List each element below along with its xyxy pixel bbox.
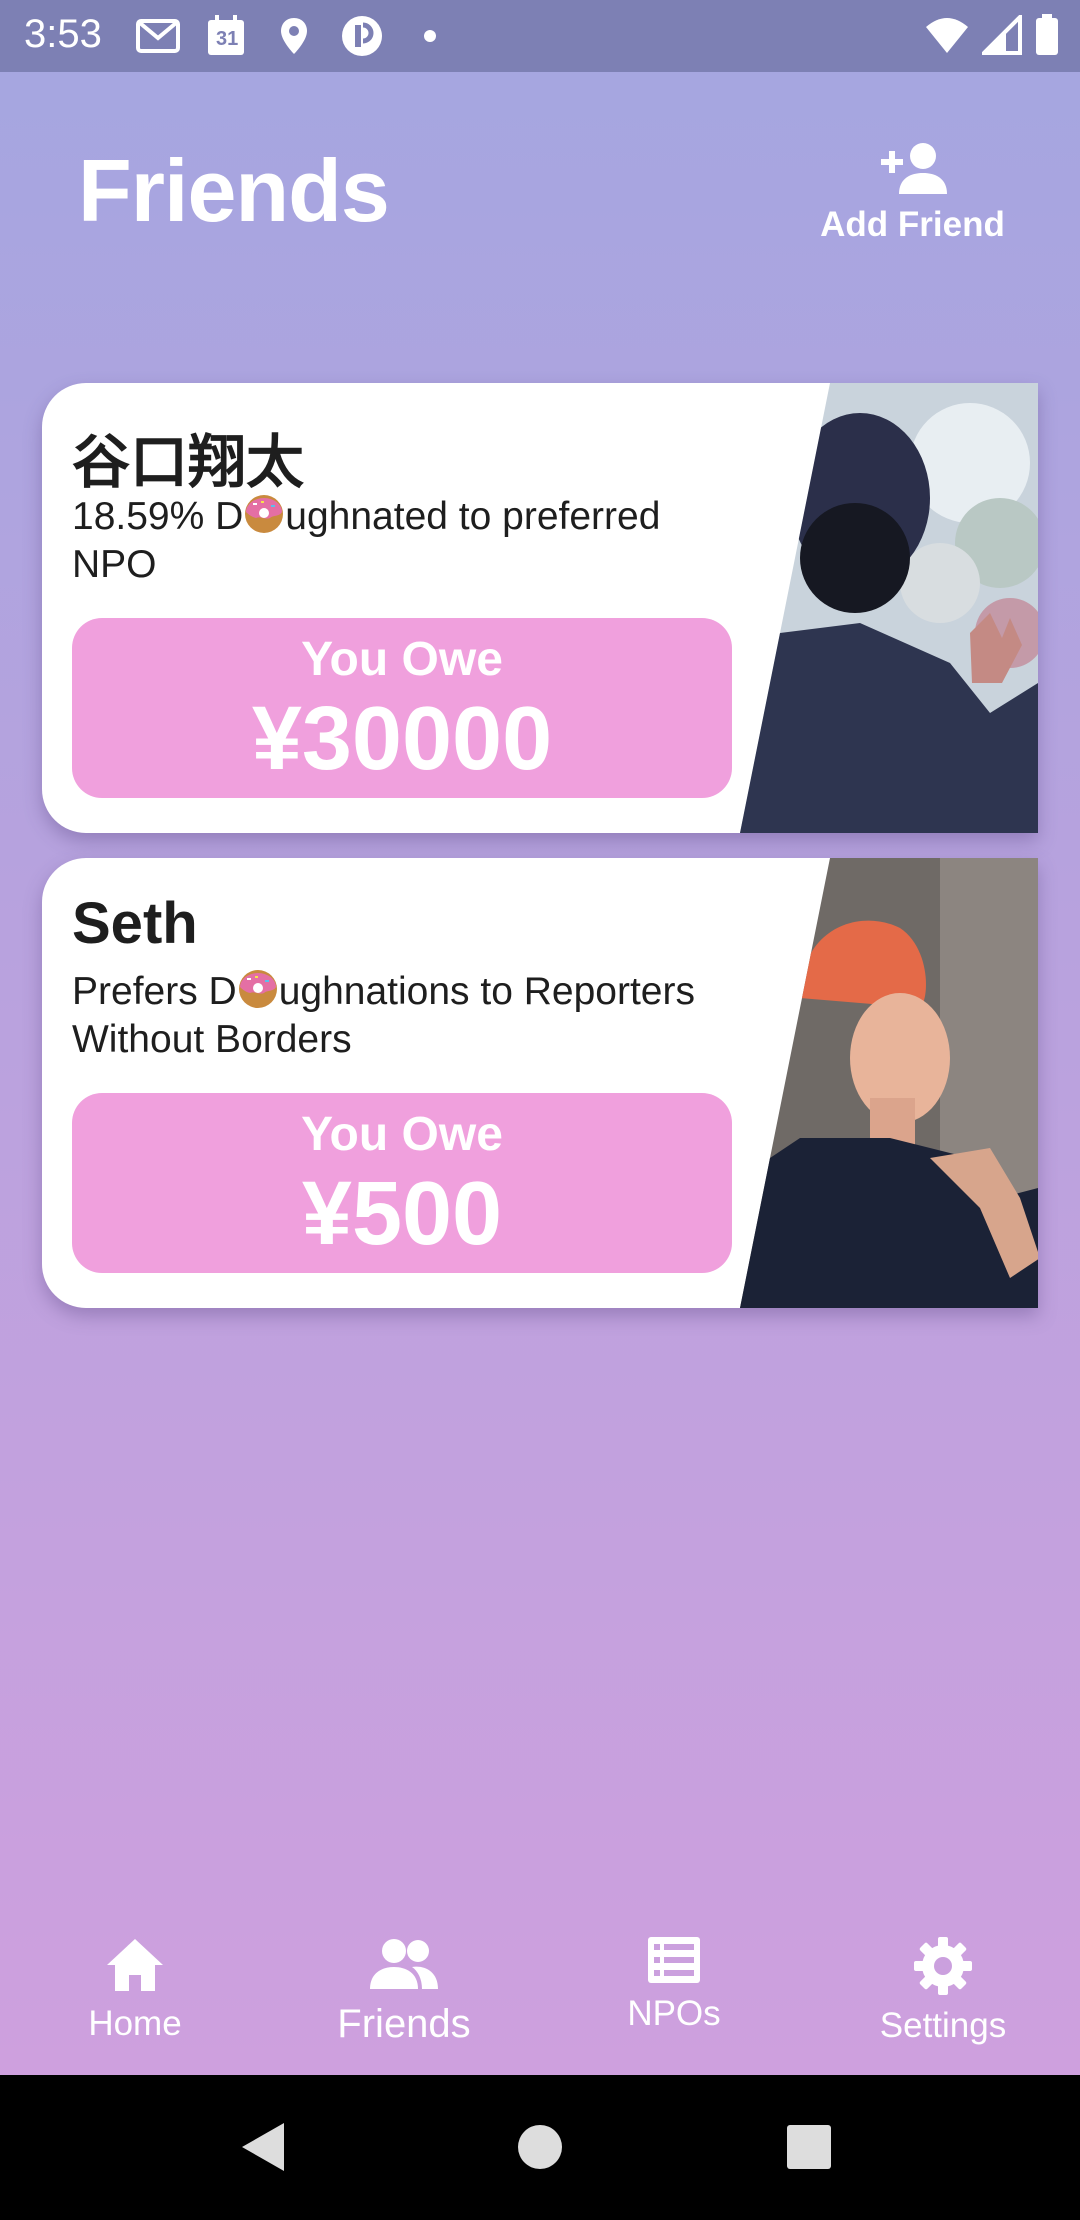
gear-icon: [912, 1937, 974, 2001]
friend-photo: [740, 383, 1038, 833]
owe-amount: ¥30000: [251, 689, 553, 789]
add-friend-button[interactable]: Add Friend: [820, 140, 1005, 260]
donut-icon: [237, 968, 279, 1010]
status-time: 3:53: [24, 12, 102, 56]
dot-icon: [407, 14, 453, 58]
back-button[interactable]: [240, 2121, 286, 2178]
friend-description: Prefers Dughnations to Reporters Without…: [72, 968, 695, 1061]
list-icon: [646, 1937, 702, 1989]
calendar-icon: 31: [203, 14, 249, 58]
friend-name: Seth: [72, 891, 198, 956]
owe-label: You Owe: [301, 633, 503, 686]
add-friend-label: Add Friend: [820, 205, 1005, 244]
home-button[interactable]: [517, 2124, 563, 2175]
bottom-navigation: Home Friends NPOs Settings: [0, 1920, 1080, 2075]
wifi-icon: [924, 15, 970, 60]
owe-label: You Owe: [301, 1108, 503, 1161]
location-icon: [271, 14, 317, 58]
nav-item-npos[interactable]: NPOs: [574, 1935, 774, 2034]
home-icon: [103, 1939, 167, 1999]
signal-icon: [979, 12, 1022, 60]
recents-button[interactable]: [786, 2124, 832, 2175]
nav-label-npos: NPOs: [627, 1994, 721, 2033]
owe-amount-box: You Owe ¥500: [72, 1093, 732, 1273]
donut-icon: [243, 493, 285, 535]
nav-item-friends[interactable]: Friends: [304, 1935, 504, 2047]
friend-card[interactable]: Seth Prefers Dughnations to Reporters Wi…: [42, 858, 1038, 1308]
owe-amount-box: You Owe ¥30000: [72, 618, 732, 798]
friend-card[interactable]: 谷口翔太 18.59% Dughnated to preferred NPO Y…: [42, 383, 1038, 833]
nav-label-friends: Friends: [337, 2002, 471, 2046]
friend-description: 18.59% Dughnated to preferred NPO: [72, 493, 661, 586]
add-person-icon: [877, 143, 949, 200]
nav-label-home: Home: [88, 2004, 182, 2043]
owe-amount: ¥500: [301, 1164, 503, 1264]
system-navigation-bar: [0, 2075, 1080, 2220]
calendar-day: 31: [216, 28, 239, 50]
nav-item-settings[interactable]: Settings: [843, 1935, 1043, 2046]
battery-icon: [1034, 14, 1060, 61]
app-icon: [339, 14, 385, 58]
friend-name: 谷口翔太: [72, 430, 305, 495]
status-bar: 3:53 31: [0, 0, 1080, 72]
friends-icon: [368, 1939, 440, 1997]
friend-photo: [740, 858, 1038, 1308]
nav-item-home[interactable]: Home: [35, 1935, 235, 2044]
gmail-icon: [135, 14, 181, 58]
nav-label-settings: Settings: [879, 2006, 1007, 2045]
page-title: Friends: [78, 141, 390, 240]
